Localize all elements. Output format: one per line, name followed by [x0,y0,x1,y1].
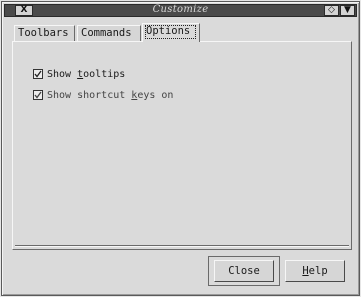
tab-commands-label: Commands [81,27,132,39]
help-button-label: elp [308,265,328,277]
tab-toolbars-label: Toolbars [18,27,69,39]
close-button[interactable]: Close [214,260,274,282]
title-bar[interactable]: X Customize ◇ ▼ [4,4,357,17]
checkmark-icon [34,91,42,99]
show-shortcut-keys-checkbox[interactable] [33,90,43,100]
restore-icon: ◇ [328,5,335,15]
show-tooltips-option[interactable]: Show tooltips [33,67,125,81]
minimize-icon: ▼ [344,5,351,15]
label-text: ooltips [83,68,126,80]
focus-indicator [145,25,196,39]
tab-toolbars[interactable]: Toolbars [14,25,75,42]
tab-commands[interactable]: Commands [77,25,141,42]
label-text: Show [47,68,78,80]
label-text: eys on [137,89,174,101]
restore-window-button[interactable]: ◇ [324,5,339,16]
label-text: Show shortcut [47,89,132,101]
show-shortcut-keys-label: Show shortcut keys on [47,89,173,102]
tab-options[interactable]: Options [142,23,200,42]
minimize-window-button[interactable]: ▼ [340,5,355,16]
options-panel: Show tooltips Show shortcut keys on [12,41,352,250]
customize-dialog: X Customize ◇ ▼ Toolbars Commands Option… [1,1,360,296]
window-title: Customize [152,4,209,15]
checkmark-icon [34,70,42,78]
close-button-label: Close [228,265,260,277]
show-shortcut-keys-option[interactable]: Show shortcut keys on [33,88,173,102]
help-button[interactable]: Help [285,260,345,282]
show-tooltips-checkbox[interactable] [33,69,43,79]
show-tooltips-label: Show tooltips [47,68,125,81]
panel-separator [15,245,349,247]
